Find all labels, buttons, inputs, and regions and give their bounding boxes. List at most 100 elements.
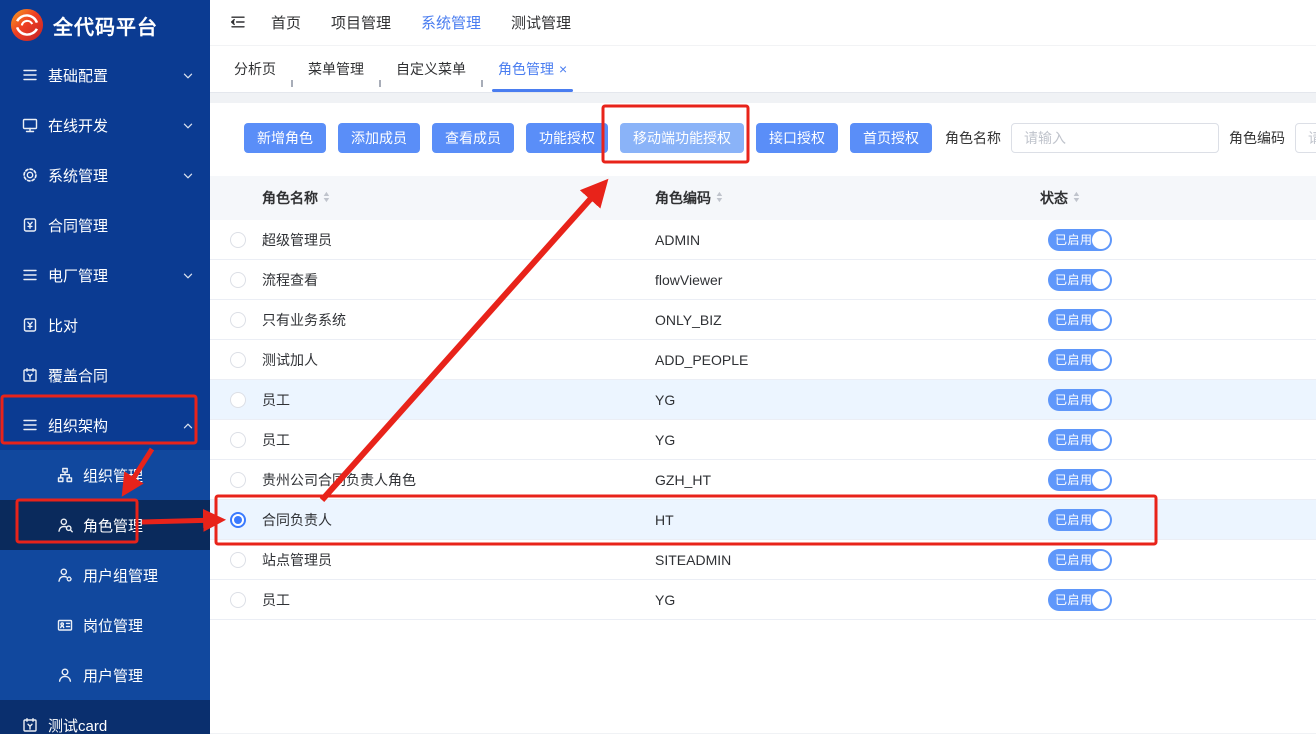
row-radio[interactable] [230,592,246,608]
table-row[interactable]: 站点管理员 SITEADMIN 已启用 [210,540,1316,580]
table-row[interactable]: 员工 YG 已启用 [210,580,1316,620]
status-toggle-label: 已启用 [1055,231,1093,248]
sidebar-item-post-mgmt[interactable]: 岗位管理 [0,600,210,650]
column-header[interactable]: 角色编码 ▲▼ [655,188,1040,208]
table-row[interactable]: 超级管理员 ADMIN 已启用 [210,220,1316,260]
calendar-icon [20,366,39,385]
sidebar-item-cover-contract[interactable]: 覆盖合同 [0,350,210,400]
status-toggle[interactable]: 已启用 [1048,589,1112,611]
sidebar-item-contract-mgmt[interactable]: 合同管理 [0,200,210,250]
sidebar-item-org-mgmt[interactable]: 组织管理 [0,450,210,500]
sidebar-item-system-mgmt[interactable]: 系统管理 [0,150,210,200]
close-icon[interactable]: × [559,62,567,76]
sidebar-item-user-mgmt[interactable]: 用户管理 [0,650,210,700]
column-header[interactable]: 角色名称 ▲▼ [262,188,655,208]
person-gear-icon [55,566,74,585]
gear-icon [20,166,39,185]
tab-menu-mgmt[interactable]: 菜单管理 × [292,46,380,92]
sidebar-item-online-dev[interactable]: 在线开发 [0,100,210,150]
row-radio[interactable] [230,312,246,328]
status-toggle[interactable]: 已启用 [1048,429,1112,451]
status-toggle-knob [1092,231,1110,249]
menu-fold-icon[interactable] [228,13,247,32]
row-radio[interactable] [230,232,246,248]
table-row[interactable]: 测试加人 ADD_PEOPLE 已启用 [210,340,1316,380]
table-row[interactable]: 合同负责人 HT 已启用 [210,500,1316,540]
calendar-icon [20,716,39,734]
role-code-cell: YG [655,592,1040,608]
role-code-cell: HT [655,512,1040,528]
row-radio[interactable] [230,272,246,288]
status-toggle-label: 已启用 [1055,391,1093,408]
table-row[interactable]: 员工 YG 已启用 [210,420,1316,460]
sidebar-item-plant-mgmt[interactable]: 电厂管理 [0,250,210,300]
row-radio[interactable] [230,512,246,528]
person-icon [55,666,74,685]
role-name-cell: 员工 [262,590,655,610]
sidebar-item-test-card[interactable]: 测试card [0,700,210,734]
topnav-item-project-mgmt[interactable]: 项目管理 [331,12,391,33]
status-toggle[interactable]: 已启用 [1048,469,1112,491]
tab-analysis-page[interactable]: 分析页 × [218,46,292,92]
role-status-cell: 已启用 [1040,309,1316,331]
row-radio[interactable] [230,552,246,568]
column-header[interactable]: 状态 ▲▼ [1040,188,1316,208]
sidebar-item-user-group-mgmt[interactable]: 用户组管理 [0,550,210,600]
topnav-item-system-mgmt[interactable]: 系统管理 [421,12,481,33]
role-name-input[interactable] [1011,123,1219,153]
topnav-item-home[interactable]: 首页 [271,12,301,33]
role-name-cell: 合同负责人 [262,510,655,530]
add-role-button[interactable]: 新增角色 [244,123,326,153]
function-auth-button[interactable]: 功能授权 [526,123,608,153]
role-status-cell: 已启用 [1040,509,1316,531]
status-toggle-label: 已启用 [1055,551,1093,568]
role-code-cell: ADMIN [655,232,1040,248]
status-toggle[interactable]: 已启用 [1048,229,1112,251]
role-code-cell: SITEADMIN [655,552,1040,568]
mobile-function-auth-button[interactable]: 移动端功能授权 [620,123,744,153]
sidebar-item-compare[interactable]: 比对 [0,300,210,350]
chevron-down-icon [180,67,196,83]
row-radio[interactable] [230,352,246,368]
status-toggle[interactable]: 已启用 [1048,509,1112,531]
table-row[interactable]: 贵州公司合同负责人角色 GZH_HT 已启用 [210,460,1316,500]
status-toggle[interactable]: 已启用 [1048,389,1112,411]
table-row[interactable]: 员工 YG 已启用 [210,380,1316,420]
role-code-cell: GZH_HT [655,472,1040,488]
status-toggle[interactable]: 已启用 [1048,269,1112,291]
role-name-cell: 员工 [262,430,655,450]
table-row[interactable]: 流程查看 flowViewer 已启用 [210,260,1316,300]
row-radio[interactable] [230,392,246,408]
sidebar-item-role-mgmt[interactable]: 角色管理 [0,500,210,550]
view-members-button[interactable]: 查看成员 [432,123,514,153]
chevron-up-icon [180,417,196,433]
status-toggle-knob [1092,391,1110,409]
tab-custom-menu[interactable]: 自定义菜单 × [380,46,482,92]
sidebar-item-basic-config[interactable]: 基础配置 [0,50,210,100]
app-logo: 全代码平台 [0,0,210,50]
status-toggle-knob [1092,311,1110,329]
status-toggle[interactable]: 已启用 [1048,309,1112,331]
tab-bar: 分析页 × 菜单管理 × 自定义菜单 × 角色管理 × [210,46,1316,93]
role-code-input[interactable] [1295,123,1316,153]
tab-role-mgmt[interactable]: 角色管理 × [482,46,583,92]
status-toggle-knob [1092,271,1110,289]
role-status-cell: 已启用 [1040,269,1316,291]
status-toggle[interactable]: 已启用 [1048,549,1112,571]
status-toggle[interactable]: 已启用 [1048,349,1112,371]
role-name-cell: 员工 [262,390,655,410]
role-code-cell: ONLY_BIZ [655,312,1040,328]
role-name-cell: 站点管理员 [262,550,655,570]
sidebar-item-org-structure[interactable]: 组织架构 [0,400,210,450]
toolbar: 新增角色 添加成员 查看成员 功能授权 移动端功能授权 接口授权 首页授权 角色… [210,103,1316,153]
table-row[interactable]: 只有业务系统 ONLY_BIZ 已启用 [210,300,1316,340]
topnav-item-test-mgmt[interactable]: 测试管理 [511,12,571,33]
topnav-items: 首页 项目管理 系统管理 测试管理 [271,12,571,33]
row-radio[interactable] [230,472,246,488]
row-radio[interactable] [230,432,246,448]
homepage-auth-button[interactable]: 首页授权 [850,123,932,153]
contract-icon [20,216,39,235]
api-auth-button[interactable]: 接口授权 [756,123,838,153]
add-member-button[interactable]: 添加成员 [338,123,420,153]
status-toggle-label: 已启用 [1055,591,1093,608]
